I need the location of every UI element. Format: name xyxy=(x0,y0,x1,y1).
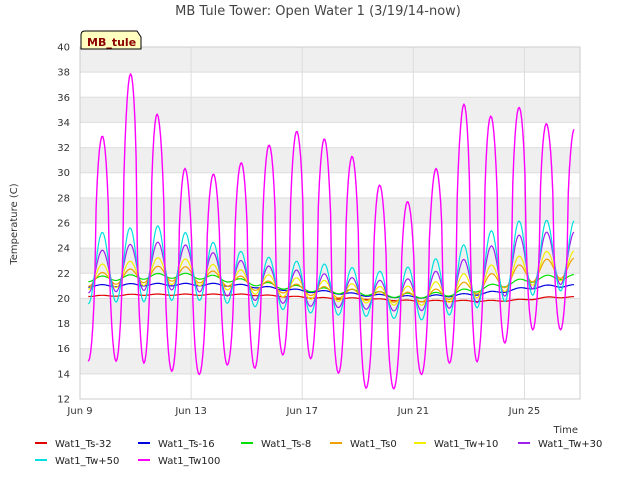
legend: Wat1_Ts-32 Wat1_Ts-16 Wat1_Ts-8 Wat1_Ts0 Wat… xyxy=(35,439,602,467)
plot-band xyxy=(80,47,580,73)
y-tick-label: 18 xyxy=(57,319,70,330)
legend-label-wat1-ts-8: Wat1_Ts-8 xyxy=(261,439,311,450)
chart-title: MB Tule Tower: Open Water 1 (3/19/14-now… xyxy=(175,4,461,19)
x-tick-label: Jun 9 xyxy=(66,406,92,417)
y-tick-label: 36 xyxy=(57,93,70,104)
plot-band xyxy=(80,147,580,173)
y-tick-label: 12 xyxy=(57,395,70,406)
plot-band xyxy=(80,348,580,374)
legend-label-wat1-tw-10: Wat1_Tw+10 xyxy=(434,439,498,450)
legend-label-wat1-ts-32: Wat1_Ts-32 xyxy=(55,439,112,450)
x-tick-label: Jun 17 xyxy=(285,406,318,417)
y-tick-label: 14 xyxy=(57,369,70,380)
station-tag-label: MB_tule xyxy=(87,36,136,49)
x-axis-title: Time xyxy=(553,425,578,436)
y-axis-title: Temperature (C) xyxy=(9,183,20,265)
y-tick-label: 30 xyxy=(57,168,70,179)
chart: MB Tule Tower: Open Water 1 (3/19/14-now… xyxy=(9,4,602,467)
y-tick-label: 40 xyxy=(57,43,70,54)
x-axis: Jun 9 Jun 13 Jun 17 Jun 21 Jun 25 xyxy=(66,406,540,417)
legend-label-wat1-tw100: Wat1_Tw100 xyxy=(158,456,220,467)
legend-label-wat1-ts-16: Wat1_Ts-16 xyxy=(158,439,215,450)
y-tick-label: 20 xyxy=(57,294,70,305)
x-tick-label: Jun 21 xyxy=(397,406,430,417)
station-tag: MB_tule xyxy=(80,30,142,50)
legend-label-wat1-tw-30: Wat1_Tw+30 xyxy=(538,439,602,450)
x-tick-label: Jun 25 xyxy=(508,406,541,417)
y-tick-label: 16 xyxy=(57,344,70,355)
y-tick-label: 34 xyxy=(57,118,70,129)
y-tick-label: 32 xyxy=(57,143,70,154)
x-tick-label: Jun 13 xyxy=(174,406,207,417)
y-tick-label: 38 xyxy=(57,68,70,79)
y-tick-label: 26 xyxy=(57,219,70,230)
y-tick-label: 24 xyxy=(57,244,70,255)
legend-label-wat1-tw-50: Wat1_Tw+50 xyxy=(55,456,119,467)
y-tick-label: 28 xyxy=(57,193,70,204)
y-axis: 12 14 16 18 20 22 24 26 28 30 32 34 36 38 40 xyxy=(57,43,70,406)
y-tick-label: 22 xyxy=(57,269,70,280)
legend-label-wat1-ts0: Wat1_Ts0 xyxy=(350,439,397,450)
plot-band xyxy=(80,97,580,123)
